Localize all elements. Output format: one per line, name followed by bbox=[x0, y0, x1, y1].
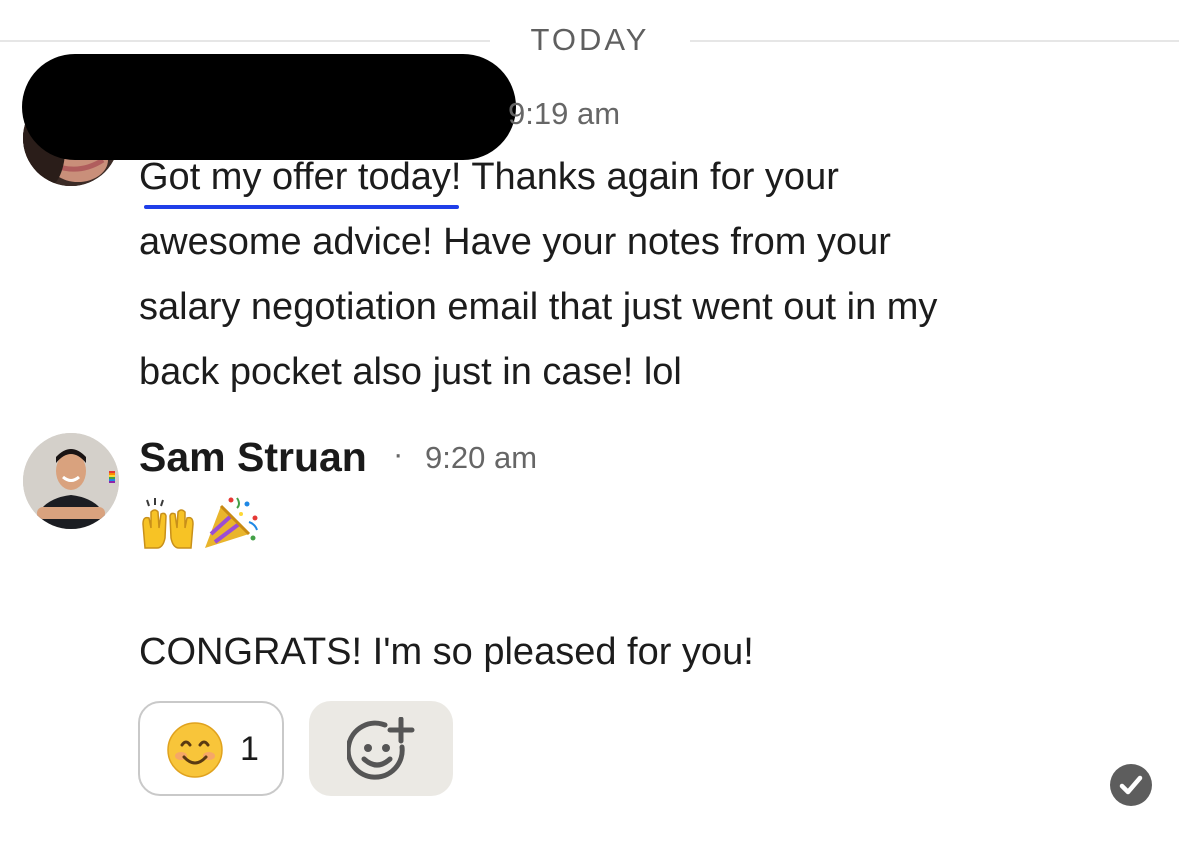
raising-hands-icon bbox=[142, 498, 194, 549]
chat-view: TODAY 9:19 am Got my offer today! Thanks… bbox=[0, 0, 1179, 854]
message-timestamp: 9:19 am bbox=[508, 96, 621, 131]
message-timestamp: 9:20 am bbox=[425, 440, 538, 475]
reaction-chip[interactable]: 1 bbox=[138, 701, 284, 796]
add-emoji-icon bbox=[347, 717, 415, 780]
emoji-row bbox=[139, 494, 261, 550]
highlighted-phrase[interactable]: Got my offer today bbox=[139, 145, 459, 210]
avatar[interactable] bbox=[23, 433, 119, 529]
message-line: salary negotiation email that just went … bbox=[139, 286, 938, 328]
message-body: CONGRATS! I'm so pleased for you! bbox=[139, 631, 754, 673]
date-divider-label: TODAY bbox=[530, 22, 650, 57]
message-line: awesome advice! Have your notes from you… bbox=[139, 221, 891, 263]
reaction-count: 1 bbox=[240, 730, 259, 768]
smiling-face-icon bbox=[167, 722, 223, 778]
party-popper-icon bbox=[205, 497, 259, 548]
read-check-icon bbox=[1110, 764, 1152, 806]
divider-line-left bbox=[0, 40, 490, 42]
message-line: Got my offer today! Thanks again for you… bbox=[139, 145, 937, 210]
sender-name[interactable]: Sam Struan bbox=[139, 434, 367, 481]
separator-dot: · bbox=[393, 436, 404, 471]
add-reaction-button[interactable] bbox=[309, 701, 453, 796]
message-line: back pocket also just in case! lol bbox=[139, 351, 682, 393]
divider-line-right bbox=[690, 40, 1179, 42]
message-line-rest: ! Thanks again for your bbox=[450, 156, 839, 198]
message-body: Got my offer today! Thanks again for you… bbox=[139, 145, 937, 405]
